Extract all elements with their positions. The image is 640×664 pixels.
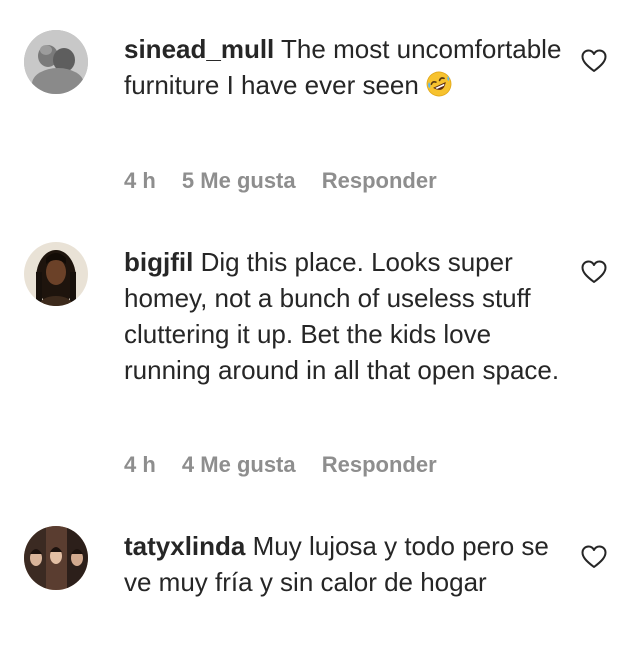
reply-button[interactable]: Responder — [322, 168, 437, 193]
avatar[interactable] — [24, 30, 88, 94]
comment-likes[interactable]: 5 Me gusta — [182, 168, 296, 193]
reply-button[interactable]: Responder — [322, 452, 437, 477]
comment-meta: 4 h 4 Me gusta Responder — [124, 452, 457, 478]
comment-text: sinead_mull The most uncomfortable furni… — [124, 31, 564, 103]
rolling-on-floor-laughing-emoji-icon — [426, 70, 452, 97]
comment-meta: 4 h 5 Me gusta Responder — [124, 168, 457, 194]
comment-time[interactable]: 4 h — [124, 168, 156, 193]
avatar[interactable] — [24, 526, 88, 590]
avatar[interactable] — [24, 242, 88, 306]
comment-time[interactable]: 4 h — [124, 452, 156, 477]
comment-username[interactable]: bigjfil — [124, 247, 193, 277]
heart-outline-icon[interactable] — [581, 545, 607, 569]
comment-text: tatyxlinda Muy lujosa y todo pero se ve … — [124, 528, 564, 600]
heart-outline-icon[interactable] — [581, 49, 607, 73]
heart-outline-icon[interactable] — [581, 260, 607, 284]
comment-username[interactable]: tatyxlinda — [124, 531, 245, 561]
comment-likes[interactable]: 4 Me gusta — [182, 452, 296, 477]
comment-username[interactable]: sinead_mull — [124, 34, 274, 64]
comment-text: bigjfil Dig this place. Looks super home… — [124, 244, 564, 388]
